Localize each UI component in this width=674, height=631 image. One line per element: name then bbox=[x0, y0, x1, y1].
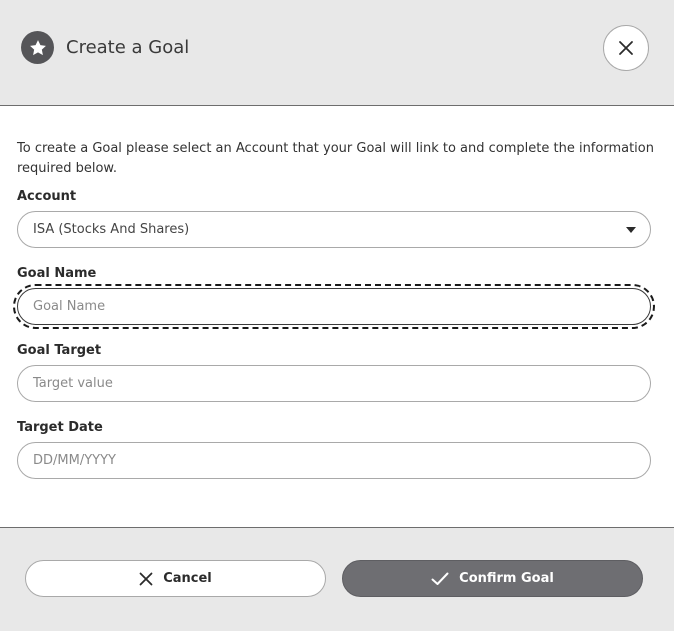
target-date-label: Target Date bbox=[17, 420, 103, 435]
cancel-label: Cancel bbox=[163, 571, 212, 586]
modal-body: To create a Goal please select an Accoun… bbox=[0, 106, 674, 527]
cancel-button[interactable]: Cancel bbox=[25, 560, 326, 597]
chevron-down-icon bbox=[626, 227, 636, 233]
target-date-input[interactable]: DD/MM/YYYY bbox=[17, 442, 651, 479]
close-icon bbox=[139, 572, 153, 586]
account-select[interactable]: ISA (Stocks And Shares) bbox=[17, 211, 651, 248]
checkmark-icon bbox=[431, 572, 449, 586]
confirm-label: Confirm Goal bbox=[459, 571, 554, 586]
create-goal-modal: Create a Goal To create a Goal please se… bbox=[0, 0, 674, 631]
modal-footer: Cancel Confirm Goal bbox=[0, 527, 674, 631]
intro-text: To create a Goal please select an Accoun… bbox=[17, 141, 654, 176]
confirm-goal-button[interactable]: Confirm Goal bbox=[342, 560, 643, 597]
modal-title: Create a Goal bbox=[66, 37, 190, 58]
goal-target-placeholder: Target value bbox=[33, 376, 113, 391]
account-select-value: ISA (Stocks And Shares) bbox=[33, 222, 190, 237]
goal-name-label: Goal Name bbox=[17, 266, 97, 281]
goal-name-placeholder: Goal Name bbox=[33, 299, 106, 314]
account-label: Account bbox=[17, 189, 77, 204]
goal-target-label: Goal Target bbox=[17, 343, 102, 358]
goal-name-input[interactable]: Goal Name bbox=[13, 284, 655, 329]
modal-header: Create a Goal bbox=[0, 0, 674, 106]
goal-target-input[interactable]: Target value bbox=[17, 365, 651, 402]
close-icon bbox=[618, 40, 634, 56]
close-button[interactable] bbox=[603, 25, 649, 71]
target-date-placeholder: DD/MM/YYYY bbox=[33, 453, 116, 468]
star-icon bbox=[21, 31, 54, 64]
